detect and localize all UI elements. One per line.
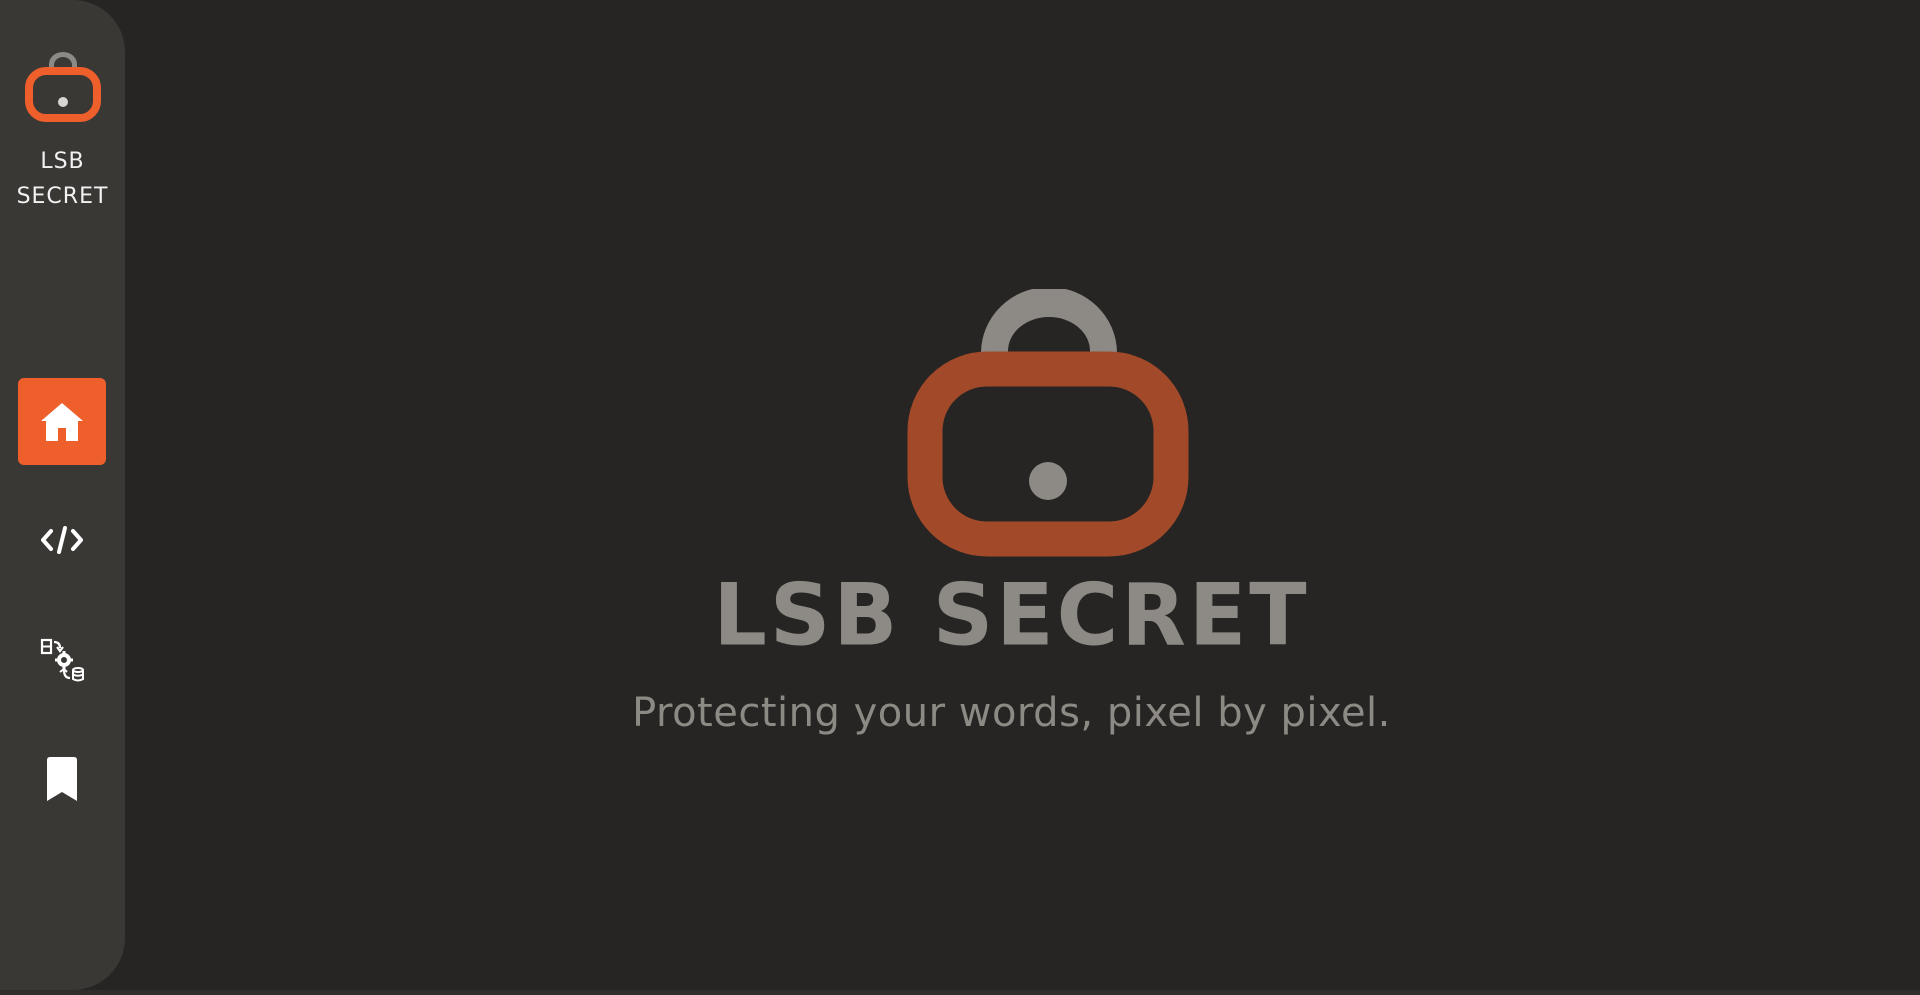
hero-tagline-text: Protecting your words, pixel by pixel. [632,690,1391,736]
hero-section: LSB SECRET Protecting your words, pixel … [125,0,1920,990]
sidebar-item-bookmark[interactable] [18,735,106,822]
brand-name: LSB SECRET [0,144,125,214]
bookmark-icon [47,756,77,801]
brand-name-line2: SECRET [16,184,109,209]
padlock-hero-icon [907,289,1189,557]
padlock-logo-icon [24,52,101,122]
home-icon [41,402,83,441]
hero-title-text: LSB SECRET [713,565,1310,665]
data-process-icon [40,638,84,681]
sidebar-item-process[interactable] [18,616,106,703]
bottom-edge [0,990,1920,995]
brand-name-line1: LSB [40,149,85,174]
sidebar: LSB SECRET [0,0,125,990]
code-icon [41,525,83,554]
sidebar-item-home[interactable] [18,378,106,465]
hero-title: LSB SECRET [125,565,1920,665]
brand[interactable]: LSB SECRET [0,50,125,214]
hero-tagline: Protecting your words, pixel by pixel. [125,686,1920,740]
sidebar-item-code[interactable] [18,496,106,583]
app-window: LSB SECRET LSB SECRET Protecting your wo… [0,0,1920,995]
